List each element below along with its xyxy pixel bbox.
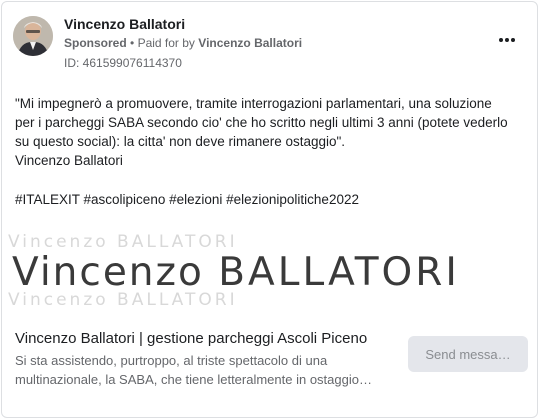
sponsored-post-card: Vincenzo Ballatori Sponsored • Paid for … bbox=[1, 1, 538, 418]
page-name-link[interactable]: Vincenzo Ballatori bbox=[64, 16, 185, 32]
banner-title: Vincenzo BALLATORI bbox=[12, 250, 460, 295]
hashtags[interactable]: #ITALEXIT #ascolipiceno #elezioni #elezi… bbox=[15, 192, 359, 207]
sponsored-label: Sponsored bbox=[64, 36, 127, 50]
more-options-icon[interactable] bbox=[495, 32, 519, 48]
post-header: Vincenzo Ballatori Sponsored • Paid for … bbox=[2, 2, 537, 74]
banner-last-name: BALLATORI bbox=[218, 250, 460, 295]
body-line: "Mi impegnerò a promuovere, tramite inte… bbox=[15, 96, 492, 111]
ad-banner-image[interactable]: Vincenzo BALLATORI Vincenzo BALLATORI Vi… bbox=[2, 230, 537, 314]
avatar[interactable] bbox=[13, 16, 53, 56]
banner-faded-text: Vincenzo BALLATORI bbox=[8, 290, 238, 310]
body-line: per i parcheggi SABA secondo cio' che ho… bbox=[15, 115, 508, 130]
ad-id: ID: 461599076114370 bbox=[64, 56, 182, 70]
profile-photo bbox=[13, 16, 53, 56]
paid-for-prefix: Paid for by bbox=[137, 36, 195, 50]
link-description-line: multinazionale, la SABA, che tiene lette… bbox=[15, 372, 372, 387]
link-title[interactable]: Vincenzo Ballatori | gestione parcheggi … bbox=[15, 330, 367, 347]
banner-first-name: Vincenzo bbox=[12, 250, 204, 295]
link-description-line: Si sta assistendo, purtroppo, al triste … bbox=[15, 353, 328, 368]
meta-separator: • bbox=[130, 36, 135, 50]
dot bbox=[511, 38, 515, 42]
banner-faded-text: Vincenzo BALLATORI bbox=[8, 232, 238, 252]
post-body-text: "Mi impegnerò a promuovere, tramite inte… bbox=[15, 94, 527, 170]
body-line: Vincenzo Ballatori bbox=[15, 153, 123, 168]
body-line: su questo social): la citta' non deve ri… bbox=[15, 134, 346, 149]
link-description: Si sta assistendo, purtroppo, al triste … bbox=[15, 351, 405, 389]
dot bbox=[505, 38, 509, 42]
dot bbox=[499, 38, 503, 42]
paid-for-name: Vincenzo Ballatori bbox=[198, 36, 303, 50]
sponsored-meta: Sponsored • Paid for by Vincenzo Ballato… bbox=[64, 36, 302, 50]
send-message-button[interactable]: Send messa… bbox=[408, 336, 528, 372]
